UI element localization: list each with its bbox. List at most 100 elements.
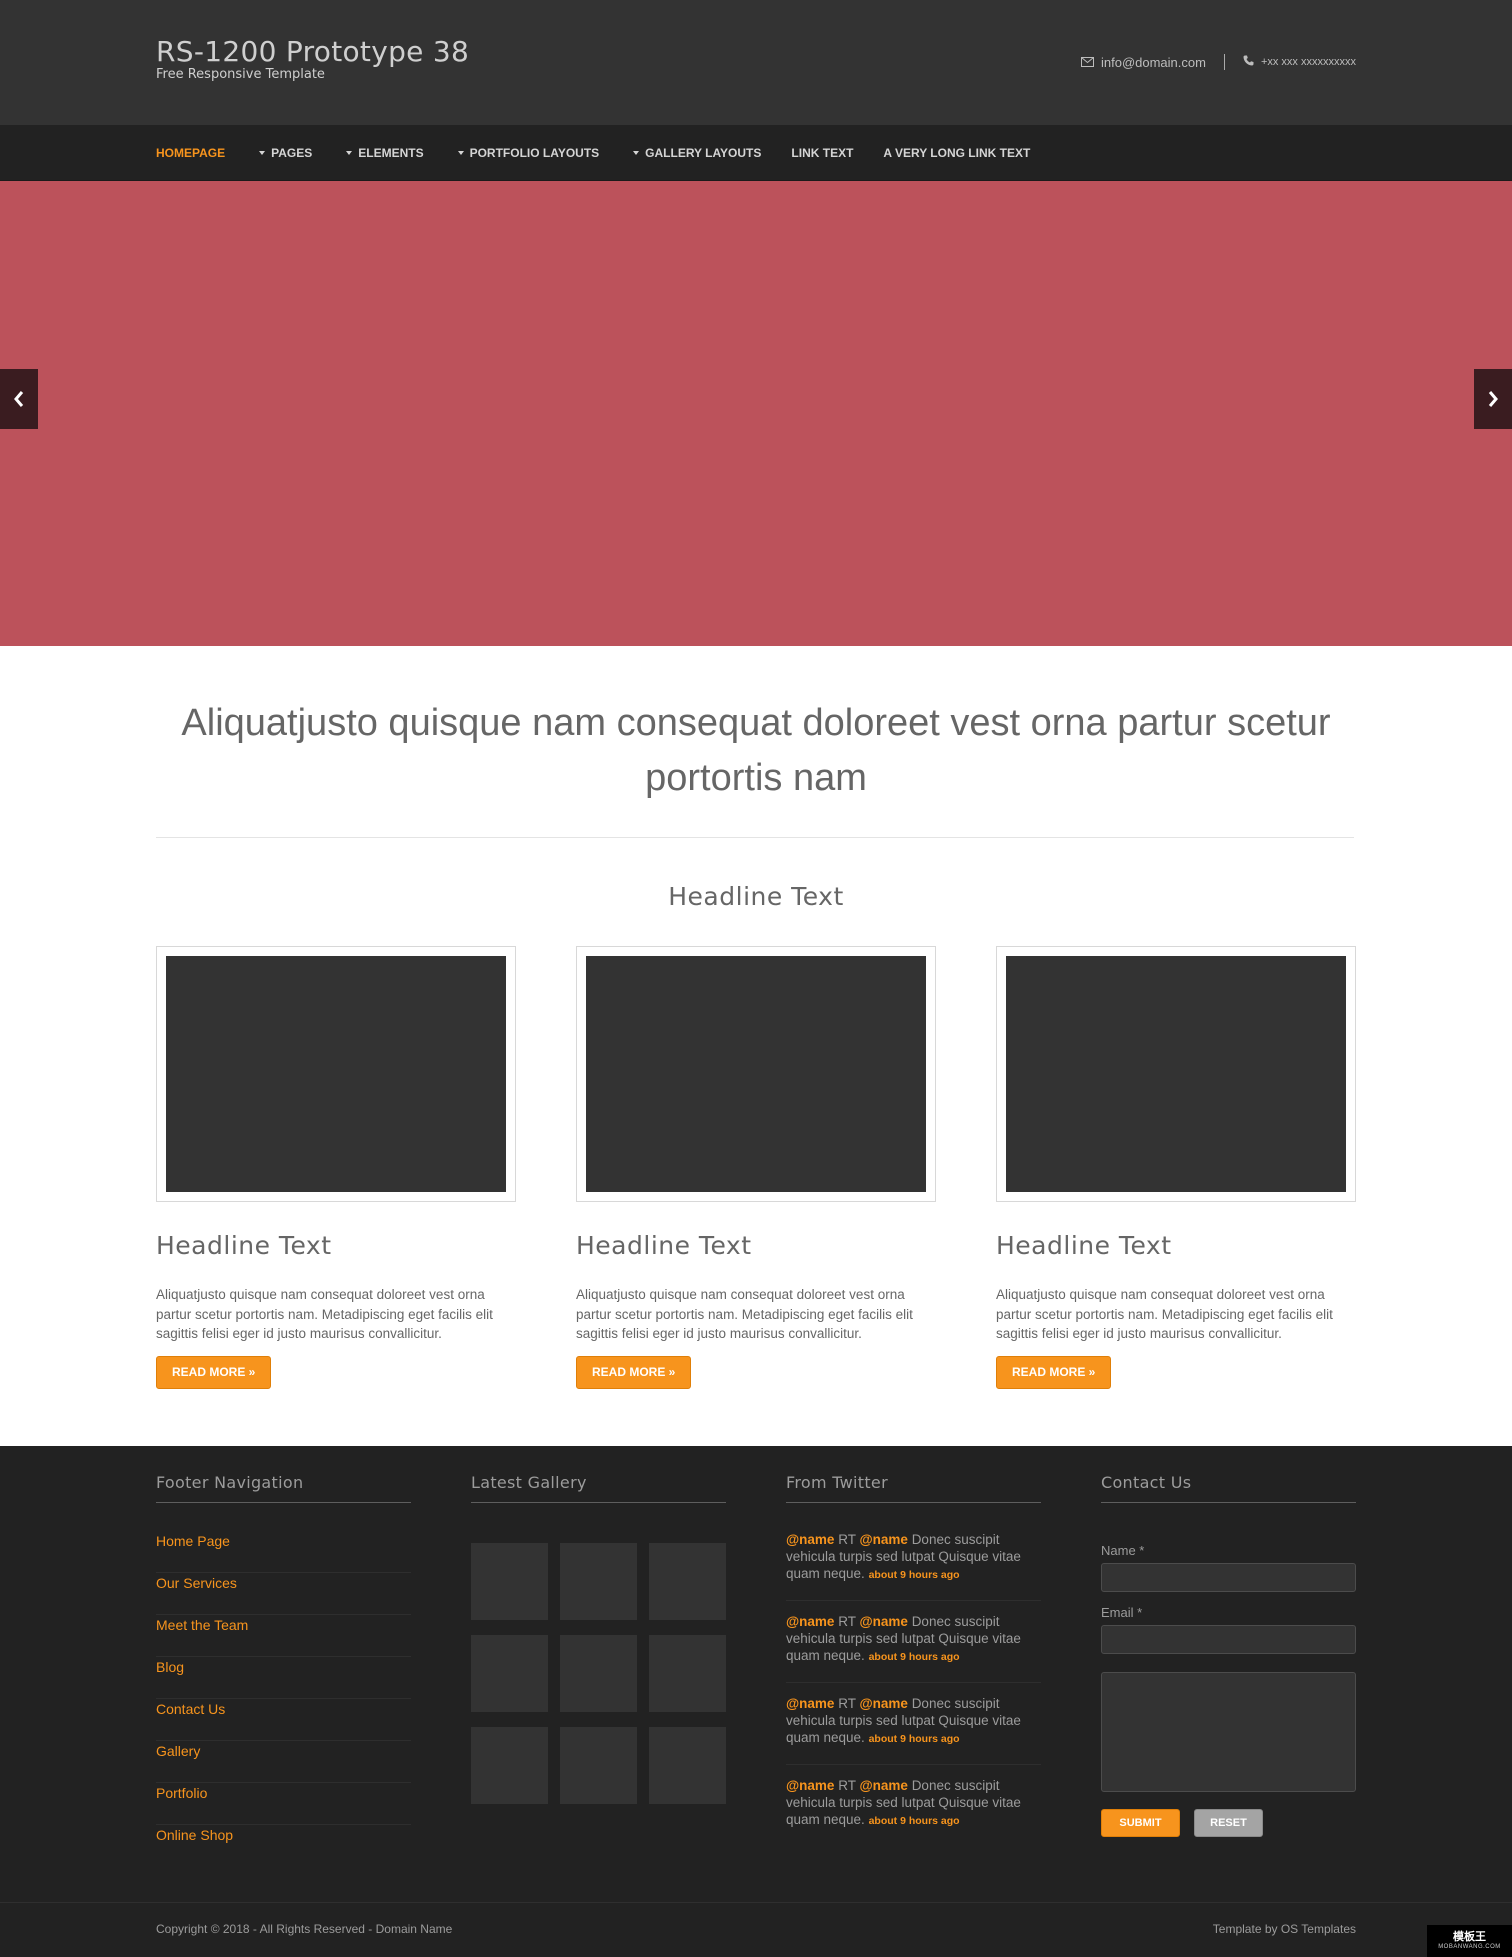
card-image-placeholder bbox=[586, 956, 926, 1192]
credit-link[interactable]: OS Templates bbox=[1281, 1922, 1356, 1936]
tweet-time[interactable]: about 9 hours ago bbox=[869, 1569, 960, 1581]
gallery-thumb[interactable] bbox=[471, 1635, 548, 1712]
tweet-handle[interactable]: @name bbox=[786, 1778, 834, 1793]
slider-prev-button[interactable] bbox=[0, 369, 38, 429]
tweet-handle[interactable]: @name bbox=[786, 1532, 834, 1547]
phone-icon bbox=[1243, 55, 1254, 69]
footer-link-contact[interactable]: Contact Us bbox=[156, 1699, 411, 1741]
gallery-grid bbox=[471, 1543, 726, 1804]
gallery-thumb[interactable] bbox=[560, 1727, 637, 1804]
site-header: RS-1200 Prototype 38 Free Responsive Tem… bbox=[0, 0, 1512, 125]
nav-item-gallery-layouts[interactable]: Gallery Layouts bbox=[633, 146, 761, 160]
card-title: Headline Text bbox=[576, 1231, 752, 1260]
tweet-time[interactable]: about 9 hours ago bbox=[869, 1815, 960, 1827]
read-more-button[interactable]: Read More » bbox=[996, 1355, 1112, 1389]
tweet: @name RT @name Donec suscipit vehicula t… bbox=[786, 1695, 1041, 1765]
caret-down-icon bbox=[259, 151, 266, 155]
tweet: @name RT @name Donec suscipit vehicula t… bbox=[786, 1613, 1041, 1683]
nav-item-label: Link Text bbox=[791, 146, 854, 160]
read-more-button[interactable]: Read More » bbox=[156, 1355, 272, 1389]
card-image[interactable] bbox=[996, 946, 1356, 1202]
envelope-icon bbox=[1080, 55, 1094, 70]
nav-item-link-text[interactable]: Link Text bbox=[791, 146, 853, 160]
header-contact: info@domain.com +xx xxx xxxxxxxxxx bbox=[1080, 54, 1356, 70]
watermark-logo: 模板王 MOBANWANG.COM bbox=[1427, 1925, 1512, 1957]
footer-link-portfolio[interactable]: Portfolio bbox=[156, 1783, 411, 1825]
site-footer: Footer Navigation Home Page Our Services… bbox=[0, 1446, 1512, 1902]
gallery-thumb[interactable] bbox=[560, 1543, 637, 1620]
feature-card: Headline Text Aliquatjusto quisque nam c… bbox=[576, 946, 936, 1389]
email-label: Email * bbox=[1101, 1605, 1143, 1620]
card-text: Aliquatjusto quisque nam consequat dolor… bbox=[996, 1287, 1333, 1341]
footer-gallery-title: Latest Gallery bbox=[471, 1473, 726, 1503]
footer-contact: Contact Us Name * Email * Submit Reset bbox=[1101, 1473, 1356, 1837]
tweet-time[interactable]: about 9 hours ago bbox=[869, 1733, 960, 1745]
footer-link-blog[interactable]: Blog bbox=[156, 1657, 411, 1699]
site-subtitle: Free Responsive Template bbox=[156, 67, 325, 82]
tweet-handle[interactable]: @name bbox=[859, 1532, 907, 1547]
gallery-thumb[interactable] bbox=[471, 1543, 548, 1620]
nav-item-pages[interactable]: Pages bbox=[259, 146, 312, 160]
read-more-button[interactable]: Read More » bbox=[576, 1355, 692, 1389]
footer-link-team[interactable]: Meet the Team bbox=[156, 1615, 411, 1657]
section-divider bbox=[156, 837, 1354, 838]
footer-nav-list: Home Page Our Services Meet the Team Blo… bbox=[156, 1531, 411, 1867]
gallery-thumb[interactable] bbox=[649, 1727, 726, 1804]
caret-down-icon bbox=[633, 151, 640, 155]
tweet-handle[interactable]: @name bbox=[786, 1696, 834, 1711]
copyright-bar: Copyright © 2018 - All Rights Reserved -… bbox=[0, 1902, 1512, 1957]
copyright-text: Copyright © 2018 - All Rights Reserved -… bbox=[156, 1922, 453, 1936]
message-field[interactable] bbox=[1101, 1672, 1356, 1792]
footer-twitter: From Twitter @name RT @name Donec suscip… bbox=[786, 1473, 1041, 1858]
footer-contact-title: Contact Us bbox=[1101, 1473, 1356, 1503]
template-credit: Template by OS Templates bbox=[1213, 1922, 1356, 1936]
site-logo[interactable]: RS-1200 Prototype 38 Free Responsive Tem… bbox=[156, 34, 469, 82]
tweet-handle[interactable]: @name bbox=[786, 1614, 834, 1629]
nav-item-label: Homepage bbox=[156, 146, 226, 160]
feature-card: Headline Text Aliquatjusto quisque nam c… bbox=[156, 946, 516, 1389]
tweet-handle[interactable]: @name bbox=[859, 1614, 907, 1629]
nav-item-label: Elements bbox=[358, 146, 424, 160]
site-title[interactable]: RS-1200 Prototype 38 bbox=[156, 34, 469, 70]
footer-link-services[interactable]: Our Services bbox=[156, 1573, 411, 1615]
nav-item-long-link[interactable]: A Very Long Link Text bbox=[883, 146, 1030, 160]
card-image-placeholder bbox=[166, 956, 506, 1192]
tweet-handle[interactable]: @name bbox=[859, 1778, 907, 1793]
feature-card: Headline Text Aliquatjusto quisque nam c… bbox=[996, 946, 1356, 1389]
caret-down-icon bbox=[457, 151, 464, 155]
chevron-left-icon bbox=[13, 384, 25, 415]
contact-divider bbox=[1223, 54, 1225, 70]
caret-down-icon bbox=[346, 151, 353, 155]
gallery-thumb[interactable] bbox=[649, 1543, 726, 1620]
footer-twitter-title: From Twitter bbox=[786, 1473, 1041, 1503]
nav-item-label: Pages bbox=[271, 146, 313, 160]
nav-item-homepage[interactable]: Homepage bbox=[156, 146, 225, 160]
tweet-rt: RT bbox=[838, 1778, 856, 1793]
gallery-thumb[interactable] bbox=[471, 1727, 548, 1804]
card-image[interactable] bbox=[156, 946, 516, 1202]
footer-link-shop[interactable]: Online Shop bbox=[156, 1825, 411, 1867]
contact-form: Name * Email * Submit Reset bbox=[1101, 1543, 1356, 1837]
tweet-handle[interactable]: @name bbox=[859, 1696, 907, 1711]
nav-item-elements[interactable]: Elements bbox=[346, 146, 424, 160]
nav-item-portfolio-layouts[interactable]: Portfolio Layouts bbox=[457, 146, 599, 160]
gallery-thumb[interactable] bbox=[649, 1635, 726, 1712]
email-field[interactable] bbox=[1101, 1625, 1356, 1654]
card-title: Headline Text bbox=[996, 1231, 1172, 1260]
footer-link-gallery[interactable]: Gallery bbox=[156, 1741, 411, 1783]
card-image[interactable] bbox=[576, 946, 936, 1202]
credit-prefix: Template by bbox=[1212, 1922, 1278, 1936]
tweet: @name RT @name Donec suscipit vehicula t… bbox=[786, 1777, 1041, 1846]
card-image-placeholder bbox=[1006, 956, 1346, 1192]
gallery-thumb[interactable] bbox=[560, 1635, 637, 1712]
name-field[interactable] bbox=[1101, 1563, 1356, 1592]
slider-next-button[interactable] bbox=[1474, 369, 1512, 429]
main-nav-list: Homepage Pages Elements Portfolio Layout… bbox=[156, 125, 1030, 181]
tweet-rt: RT bbox=[838, 1614, 856, 1629]
header-phone-text: +xx xxx xxxxxxxxxx bbox=[1260, 56, 1356, 68]
footer-link-home[interactable]: Home Page bbox=[156, 1531, 411, 1573]
submit-button[interactable]: Submit bbox=[1101, 1809, 1180, 1837]
section-headline: Headline Text bbox=[668, 882, 844, 911]
tweet-time[interactable]: about 9 hours ago bbox=[869, 1651, 960, 1663]
reset-button[interactable]: Reset bbox=[1194, 1809, 1263, 1837]
